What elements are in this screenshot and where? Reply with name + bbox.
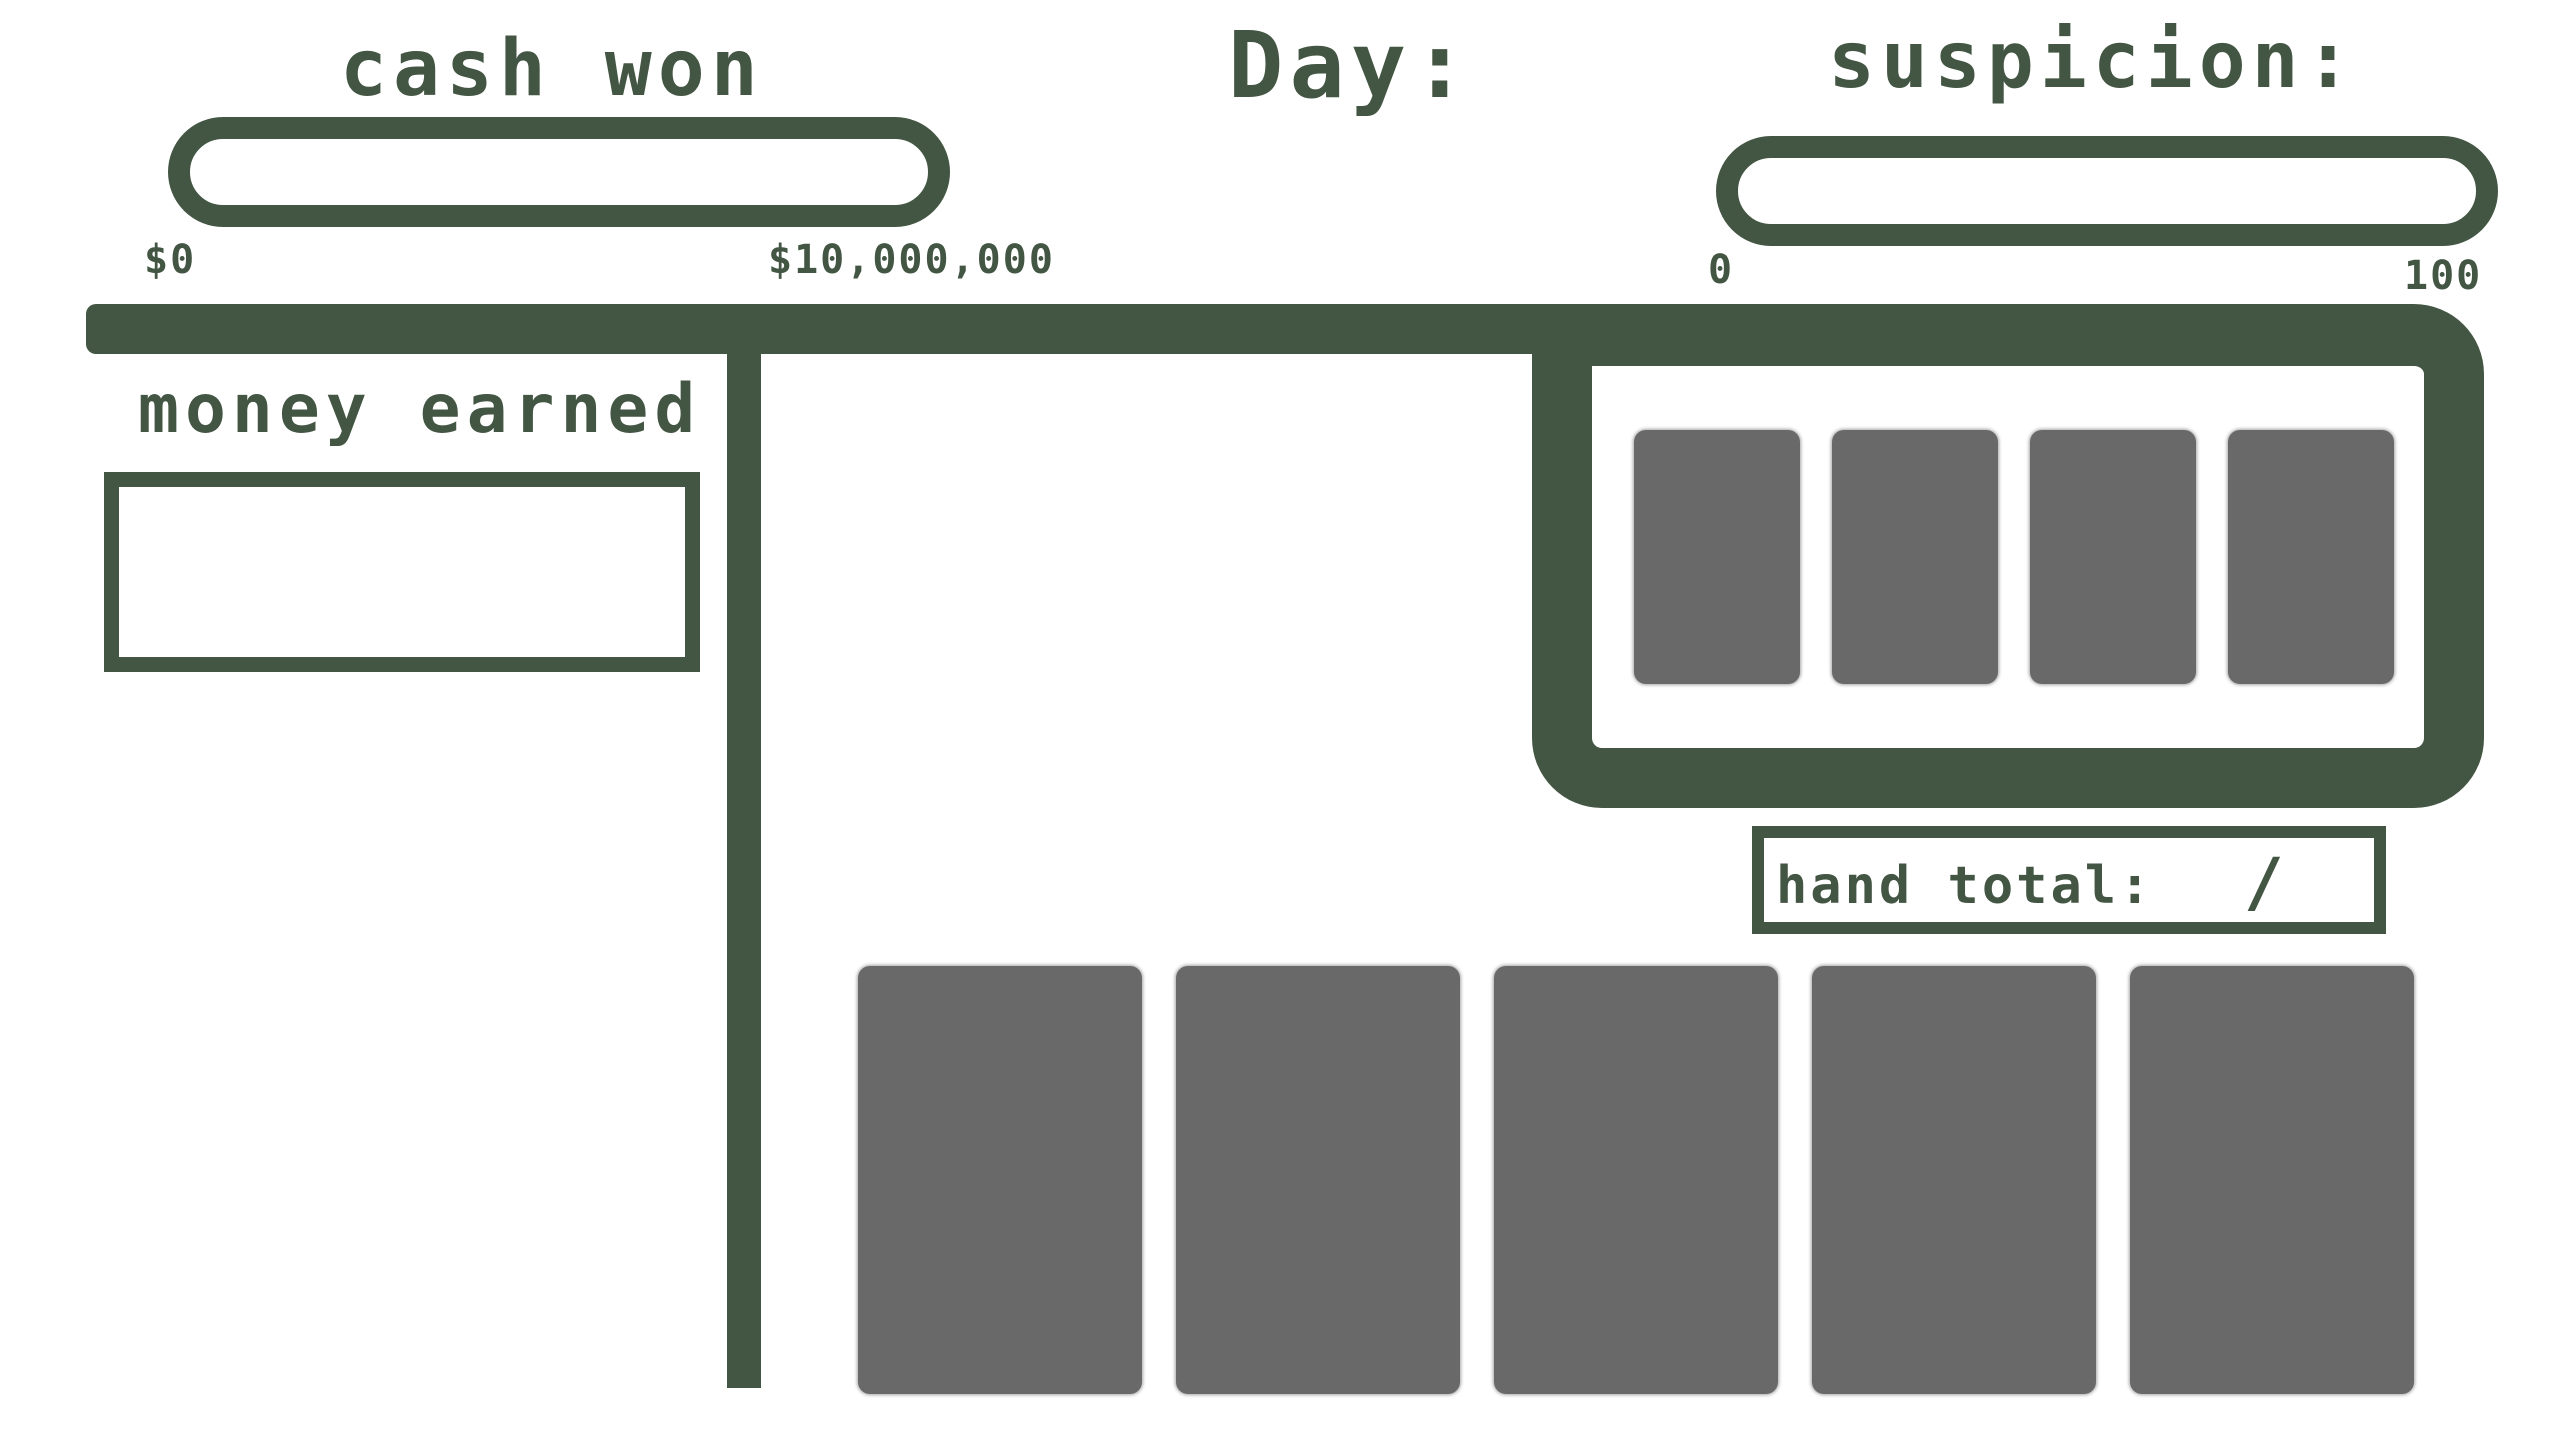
cash-won-max-label: $10,000,000: [768, 237, 1055, 283]
sidebar-divider: [727, 330, 761, 1388]
suspicion-title: suspicion:: [1828, 16, 2358, 106]
player-card-5[interactable]: [2130, 966, 2414, 1394]
dealer-card-4[interactable]: [2228, 430, 2394, 684]
player-card-1[interactable]: [858, 966, 1142, 1394]
hand-total-separator: /: [2244, 844, 2284, 921]
cash-won-min-label: $0: [144, 237, 197, 283]
money-earned-box: [104, 472, 700, 672]
player-card-3[interactable]: [1494, 966, 1778, 1394]
day-title: Day:: [1228, 12, 1474, 119]
money-earned-title: money earned: [138, 370, 702, 449]
player-card-2[interactable]: [1176, 966, 1460, 1394]
suspicion-bar: [1716, 136, 2498, 246]
cash-won-title: cash won: [340, 24, 764, 114]
player-card-4[interactable]: [1812, 966, 2096, 1394]
hand-total-box: hand total: /: [1752, 826, 2386, 934]
dealer-card-3[interactable]: [2030, 430, 2196, 684]
suspicion-max-label: 100: [2404, 253, 2483, 299]
dealer-card-2[interactable]: [1832, 430, 1998, 684]
suspicion-min-label: 0: [1708, 247, 1735, 293]
hand-total-label: hand total:: [1776, 856, 2154, 916]
cash-won-bar: [168, 117, 950, 227]
dealer-card-1[interactable]: [1634, 430, 1800, 684]
top-divider: [86, 304, 1606, 354]
